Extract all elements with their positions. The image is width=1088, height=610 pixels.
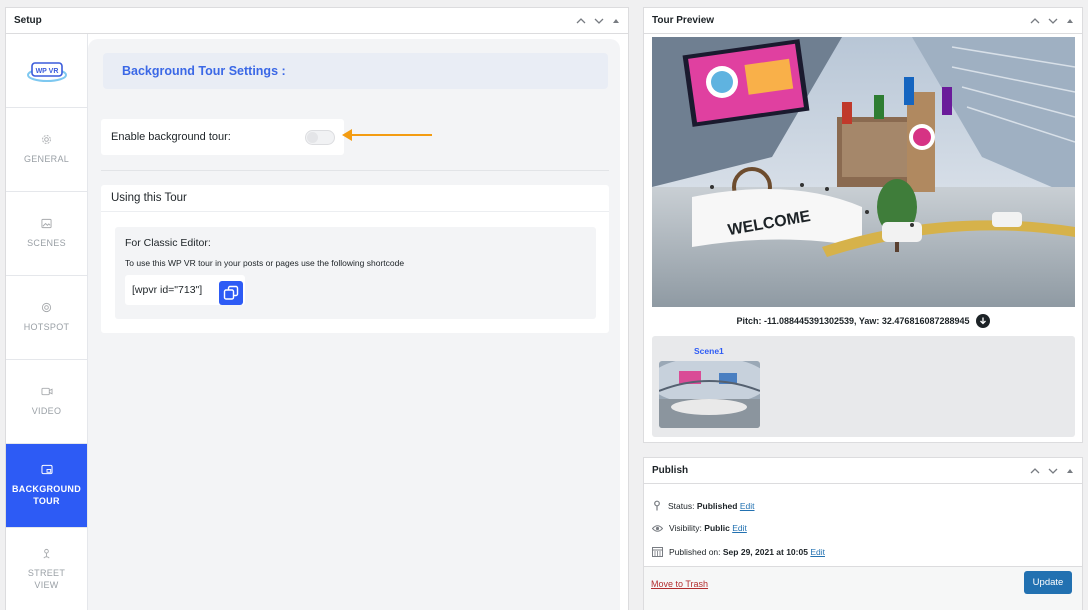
status-row: Status: Published Edit: [652, 500, 755, 511]
arrow-down-icon: [979, 317, 986, 325]
nav-street-view-label: STREET VIEW: [27, 567, 66, 590]
edit-visibility-link[interactable]: Edit: [732, 523, 747, 533]
nav-background-tour[interactable]: BACKGROUND TOUR: [6, 444, 87, 528]
pegman-icon: [43, 548, 50, 558]
move-up-icon[interactable]: [1030, 467, 1040, 475]
section-divider: [101, 170, 609, 171]
eye-icon: [652, 524, 663, 532]
move-up-icon[interactable]: [576, 17, 586, 25]
published-on-label: Published on:: [669, 546, 721, 557]
publish-panel: Publish Status: Published Edit Visibilit…: [643, 457, 1083, 610]
move-down-icon[interactable]: [1048, 467, 1058, 475]
edit-date-link[interactable]: Edit: [810, 547, 825, 557]
enable-background-tour-label: Enable background tour:: [111, 131, 231, 143]
target-icon: [41, 302, 52, 313]
publish-header: Publish: [644, 458, 1082, 484]
status-value: Published: [696, 500, 738, 511]
pitch-yaw-readout: Pitch: -11.088445391302539, Yaw: 32.4768…: [644, 314, 1082, 328]
tour-preview-title: Tour Preview: [652, 15, 715, 26]
nav-hotspot-label: HOTSPOT: [23, 322, 70, 332]
background-icon: [40, 464, 53, 475]
collapse-toggle-icon[interactable]: [1066, 17, 1074, 25]
visibility-label: Visibility:: [669, 523, 702, 533]
scene-thumbnail[interactable]: [659, 361, 760, 428]
copy-icon: [223, 285, 239, 300]
background-tour-content: Background Tour Settings : Enable backgr…: [88, 39, 620, 610]
copy-shortcode-button[interactable]: [219, 281, 243, 305]
nav-video-label: VIDEO: [31, 406, 62, 416]
image-icon: [41, 218, 52, 229]
video-icon: [41, 387, 52, 396]
scene-list: Scene1: [652, 336, 1075, 437]
nav-scenes[interactable]: SCENES: [6, 192, 87, 276]
edit-status-link[interactable]: Edit: [740, 501, 755, 511]
wpvr-logo-icon: WP VR: [26, 61, 67, 82]
visibility-row: Visibility: Public Edit: [652, 523, 747, 533]
setup-panel-header: Setup: [6, 8, 628, 34]
classic-editor-title: For Classic Editor:: [125, 237, 211, 249]
move-down-icon[interactable]: [1048, 17, 1058, 25]
shortcode-value: [wpvr id="713"]: [132, 284, 203, 296]
scene-thumbnail-image: [659, 361, 760, 428]
published-on-row: Published on: Sep 29, 2021 at 10:05 Edit: [652, 546, 825, 557]
panorama-viewer[interactable]: WELCOME: [652, 37, 1075, 307]
nav-scenes-label: SCENES: [27, 238, 66, 248]
set-default-view-button[interactable]: [975, 314, 990, 328]
nav-background-tour-label: BACKGROUND TOUR: [12, 484, 81, 506]
pitch-yaw-text: Pitch: -11.088445391302539, Yaw: 32.4768…: [736, 316, 970, 326]
move-to-trash-link[interactable]: Move to Trash: [651, 579, 708, 589]
nav-hotspot[interactable]: HOTSPOT: [6, 276, 87, 360]
tour-preview-panel: Tour Preview WELCOME Pitch: -11.08844539…: [643, 7, 1083, 443]
section-heading: Background Tour Settings :: [103, 53, 608, 89]
classic-editor-description: To use this WP VR tour in your posts or …: [125, 258, 405, 268]
collapse-toggle-icon[interactable]: [1066, 467, 1074, 475]
published-on-value: Sep 29, 2021 at 10:05: [722, 546, 808, 557]
update-button[interactable]: Update: [1024, 571, 1072, 594]
enable-background-tour-row: Enable background tour:: [101, 119, 344, 155]
collapse-toggle-icon[interactable]: [612, 17, 620, 25]
setup-panel: Setup WP VR GENERAL SCENES HOTSPOT VIDEO…: [5, 7, 629, 610]
annotation-arrow-icon: [342, 129, 432, 141]
pin-icon: [654, 500, 660, 511]
setup-panel-title: Setup: [14, 15, 42, 26]
publish-footer: Move to Trash Update: [644, 566, 1082, 610]
move-down-icon[interactable]: [594, 17, 604, 25]
gear-icon: [42, 135, 51, 144]
using-this-tour-title: Using this Tour: [101, 185, 609, 212]
tour-preview-header: Tour Preview: [644, 8, 1082, 34]
svg-text:WP VR: WP VR: [35, 68, 58, 75]
classic-editor-box: For Classic Editor: To use this WP VR to…: [115, 227, 596, 319]
setup-sidebar: WP VR GENERAL SCENES HOTSPOT VIDEO BACKG…: [6, 34, 88, 610]
panorama-scene-image: WELCOME: [652, 37, 1075, 307]
using-this-tour-box: Using this Tour For Classic Editor: To u…: [101, 185, 609, 333]
wpvr-logo: WP VR: [6, 34, 87, 108]
nav-general-label: GENERAL: [23, 154, 70, 164]
move-up-icon[interactable]: [1030, 17, 1040, 25]
scene-label: Scene1: [694, 346, 724, 356]
nav-street-view[interactable]: STREET VIEW: [6, 528, 87, 610]
status-label: Status:: [668, 500, 695, 511]
publish-title: Publish: [652, 465, 689, 476]
visibility-value: Public: [704, 523, 730, 533]
calendar-icon: [652, 547, 663, 557]
nav-general[interactable]: GENERAL: [6, 108, 87, 192]
nav-video[interactable]: VIDEO: [6, 360, 87, 444]
enable-background-tour-toggle[interactable]: [305, 130, 335, 145]
